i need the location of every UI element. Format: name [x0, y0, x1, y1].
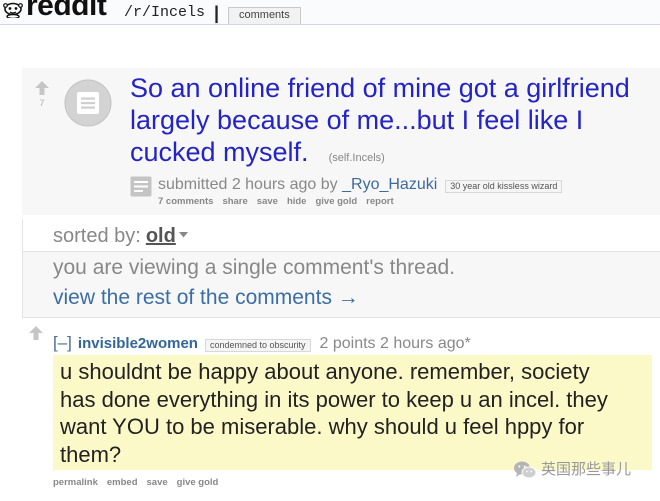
- report-button[interactable]: report: [366, 196, 393, 207]
- post-title-block: So an online friend of mine got a girlfr…: [130, 72, 645, 174]
- share-button[interactable]: share: [222, 196, 247, 207]
- comment-upvote-arrow-icon[interactable]: [29, 326, 43, 340]
- post-upvote-arrow-icon[interactable]: [35, 81, 49, 95]
- comment-author-link[interactable]: invisible2women: [78, 335, 198, 352]
- watermark-text: 英国那些事儿: [541, 461, 632, 478]
- comment-body-highlighted: u shouldnt be happy about anyone. rememb…: [53, 355, 652, 470]
- tab-comments[interactable]: comments: [228, 7, 301, 24]
- reddit-alien-icon[interactable]: [2, 0, 24, 18]
- post-domain-link[interactable]: (self.Incels): [329, 152, 385, 164]
- comment-save-button[interactable]: save: [147, 477, 168, 488]
- post-author-flair: 30 year old kissless wizard: [445, 180, 563, 193]
- post-score: 7: [39, 98, 45, 108]
- reddit-comment-page: reddit /r/Incels | comments 7 So an onli…: [0, 0, 660, 501]
- self-text-expando-icon[interactable]: [130, 176, 152, 197]
- subreddit-name-link[interactable]: /r/Incels: [124, 4, 205, 21]
- dropdown-arrow-icon[interactable]: [178, 232, 188, 238]
- comment-header: [–] invisible2women condemned to obscurity…: [53, 333, 471, 354]
- comment-text: u shouldnt be happy about anyone. rememb…: [60, 359, 608, 467]
- sort-label: sorted by:: [53, 225, 141, 247]
- post-tagline: submitted 2 hours ago by _Ryo_Hazuki 30 y…: [158, 175, 563, 195]
- comment-edited-marker: *: [464, 335, 471, 352]
- sort-control: sorted by: old: [53, 224, 188, 248]
- comment-collapse-toggle[interactable]: [–]: [53, 333, 72, 352]
- single-thread-message: you are viewing a single comment's threa…: [53, 256, 456, 279]
- self-post-thumbnail-icon[interactable]: [64, 79, 112, 127]
- give-gold-button[interactable]: give gold: [315, 196, 357, 207]
- hide-button[interactable]: hide: [287, 196, 307, 207]
- reddit-logo[interactable]: reddit: [26, 0, 107, 21]
- post-author-link[interactable]: _Ryo_Hazuki: [342, 176, 437, 193]
- sort-dropdown[interactable]: old: [146, 225, 176, 247]
- comment-author-flair: condemned to obscurity: [204, 339, 311, 352]
- save-button[interactable]: save: [257, 196, 278, 207]
- wechat-icon: [514, 461, 537, 479]
- embed-button[interactable]: embed: [107, 477, 138, 488]
- permalink-button[interactable]: permalink: [53, 477, 98, 488]
- comment-give-gold-button[interactable]: give gold: [177, 477, 219, 488]
- submitted-time-text: submitted 2 hours ago by: [158, 176, 338, 193]
- view-all-comments-link[interactable]: view the rest of the comments →: [53, 285, 359, 311]
- comment-score: 2 points: [319, 335, 376, 352]
- comment-buttons: permalink embed save give gold: [53, 477, 227, 489]
- comments-count-button[interactable]: 7 comments: [158, 196, 213, 207]
- header-separator: |: [214, 3, 220, 23]
- comment-time: 2 hours ago: [380, 335, 465, 352]
- post-buttons: 7 comments share save hide give gold report: [158, 196, 403, 208]
